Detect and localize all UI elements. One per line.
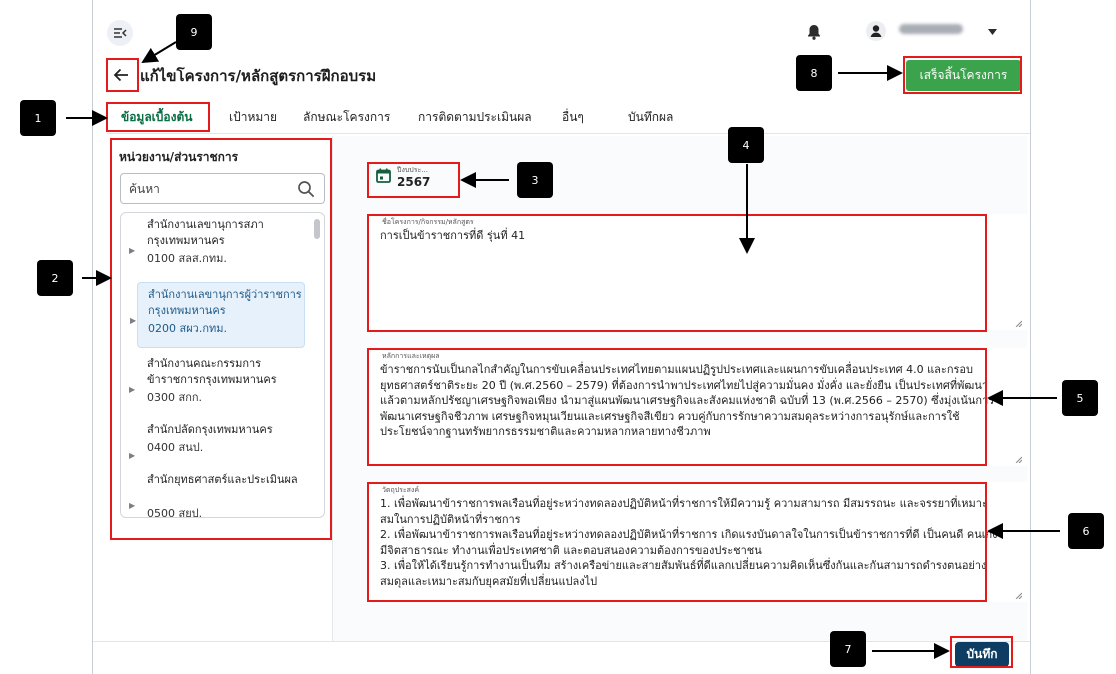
- annotation-marker-2: 2: [37, 260, 73, 296]
- annotation-marker-3: 3: [517, 162, 553, 198]
- annotation-marker-4: 4: [728, 127, 764, 163]
- annotation-marker-7: 7: [830, 631, 866, 667]
- annotation-marker-5: 5: [1062, 380, 1098, 416]
- annotation-marker-6: 6: [1068, 513, 1104, 549]
- annotation-arrows: [66, 41, 1060, 659]
- annotation-marker-9: 9: [176, 14, 212, 50]
- annotation-marker-8: 8: [796, 55, 832, 91]
- annotation-marker-1: 1: [20, 100, 56, 136]
